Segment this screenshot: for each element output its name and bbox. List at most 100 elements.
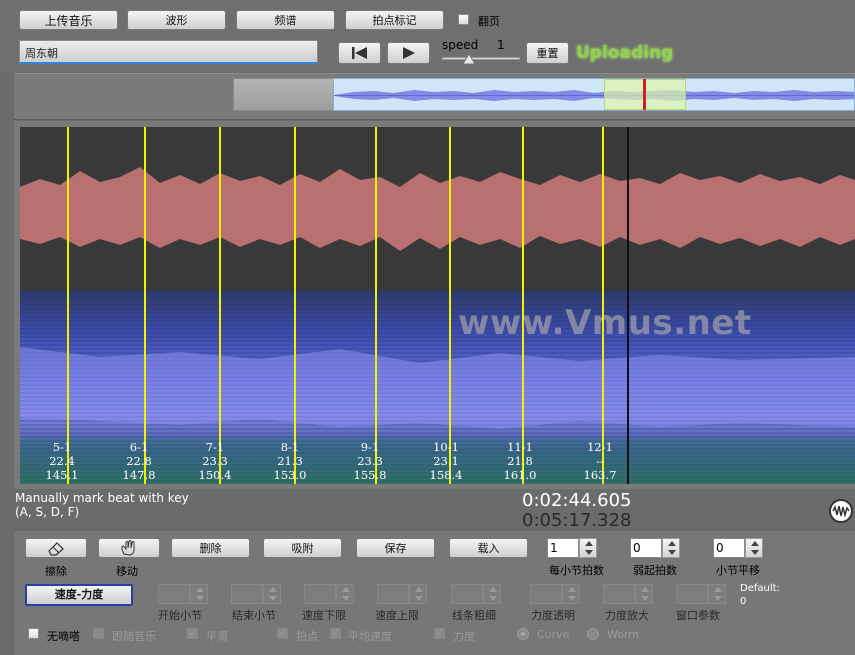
delete-button[interactable]: 删除 [171,538,250,558]
smooth-checkbox[interactable] [187,626,198,639]
bar-shift-arrows-icon[interactable] [745,538,763,558]
beats-per-bar-arrows-icon[interactable] [579,538,597,558]
bar-shift-stepper[interactable]: 0 [713,538,763,558]
hand-icon [121,540,135,556]
force-zoom-arrows-icon[interactable] [635,584,653,604]
total-time: 0:05:17.328 [522,510,632,531]
waveform-button[interactable]: 波形 [127,10,226,30]
beat-line[interactable] [67,127,69,484]
beat-label: 10-1 23.1 158.4 [426,440,466,482]
beat-line[interactable] [144,127,146,484]
beat-time: 147.8 [122,468,156,482]
skip-to-start-button[interactable] [338,42,381,64]
speed-upper-arrows-icon[interactable] [409,584,427,604]
beat-speed: 22.8 [126,454,152,468]
speed-upper-label: 速度上限 [375,609,419,622]
beat-line[interactable] [449,127,451,484]
force-transparency-stepper[interactable] [530,584,580,604]
beat-point-checkbox[interactable] [277,626,288,639]
line-thickness-arrows-icon[interactable] [483,584,501,604]
bar-shift-input[interactable]: 0 [713,538,745,558]
beat-bar: 5-1 [52,440,72,454]
pickup-beats-label: 弱起拍数 [633,564,677,577]
beat-label: 8-1 21.3 153.0 [270,440,310,482]
force-transparency-input[interactable] [530,584,562,604]
page-turn-checkbox[interactable] [458,14,469,25]
beat-time: 153.0 [273,468,307,482]
speed-lower-input[interactable] [304,584,336,604]
pickup-beats-arrows-icon[interactable] [662,538,680,558]
overview-unloaded-region [233,78,334,111]
beat-line[interactable] [375,127,377,484]
beat-line[interactable] [294,127,296,484]
spectrum-button[interactable]: 频谱 [236,10,335,30]
beats-per-bar-label: 每小节拍数 [549,564,604,577]
speed-lower-stepper[interactable] [304,584,354,604]
curve-radio-dot [521,632,525,636]
beat-line[interactable] [219,127,221,484]
speed-lower-arrows-icon[interactable] [336,584,354,604]
beat-label: 11-1 21.8 161.0 [500,440,540,482]
beat-line[interactable] [522,127,524,484]
force-checkbox[interactable] [434,626,445,639]
force-transparency-arrows-icon[interactable] [562,584,580,604]
speed-lower-label: 速度下限 [302,609,346,622]
speed-slider-thumb[interactable] [463,54,475,64]
beats-per-bar-input[interactable]: 1 [547,538,579,558]
window-params-arrows-icon[interactable] [708,584,726,604]
end-bar-arrows-icon[interactable] [263,584,281,604]
start-bar-input[interactable] [158,584,190,604]
speed-upper-stepper[interactable] [377,584,427,604]
worm-radio[interactable] [587,628,599,640]
beat-line[interactable] [602,127,604,484]
erase-button[interactable] [25,538,87,558]
watermark-text: www.Vmus.net [458,303,752,343]
curve-radio[interactable] [517,628,529,640]
beat-time: 161.0 [503,468,537,482]
beat-speed: -- [596,454,604,468]
overview-waveform[interactable] [333,78,855,111]
speed-slider[interactable] [442,53,520,65]
load-button[interactable]: 载入 [449,538,528,558]
line-thickness-stepper[interactable] [451,584,501,604]
hint-line-1: Manually mark beat with key [15,491,189,505]
beats-per-bar-stepper[interactable]: 1 [547,538,597,558]
beat-time: 145.1 [45,468,79,482]
beat-bar: 10-1 [433,440,459,454]
overview-playhead[interactable] [643,79,646,110]
save-button[interactable]: 保存 [356,538,435,558]
upload-music-button[interactable]: 上传音乐 [19,10,118,30]
speed-slider-track [442,57,520,60]
follow-music-label: 跟随音乐 [112,630,156,643]
force-zoom-stepper[interactable] [603,584,653,604]
speed-force-button[interactable]: 速度-力度 [25,584,133,606]
move-label: 移动 [116,565,138,578]
pickup-beats-input[interactable]: 0 [630,538,662,558]
worm-label: Worm [607,628,640,641]
hint-line-2: (A, S, D, F) [15,505,80,519]
end-bar-input[interactable] [231,584,263,604]
window-params-input[interactable] [676,584,708,604]
reset-speed-button[interactable]: 重置 [526,42,569,64]
pickup-beats-stepper[interactable]: 0 [630,538,680,558]
avg-speed-checkbox[interactable] [330,626,341,639]
beat-mark-button[interactable]: 拍点标记 [345,10,444,30]
force-zoom-input[interactable] [603,584,635,604]
snap-button[interactable]: 吸附 [263,538,342,558]
song-title-field[interactable]: 周东朝 [19,40,318,64]
default-label: Default: [740,583,780,594]
no-click-checkbox[interactable] [28,628,39,639]
current-time: 0:02:44.605 [522,490,632,511]
play-button[interactable] [387,42,430,64]
line-thickness-input[interactable] [451,584,483,604]
move-button[interactable] [98,538,160,558]
window-params-label: 窗口参数 [676,609,720,622]
beat-bar: 6-1 [129,440,149,454]
speed-upper-input[interactable] [377,584,409,604]
window-params-stepper[interactable] [676,584,726,604]
end-bar-stepper[interactable] [231,584,281,604]
follow-music-checkbox[interactable] [93,628,104,639]
start-bar-stepper[interactable] [158,584,208,604]
start-bar-arrows-icon[interactable] [190,584,208,604]
view-playhead[interactable] [627,127,629,484]
